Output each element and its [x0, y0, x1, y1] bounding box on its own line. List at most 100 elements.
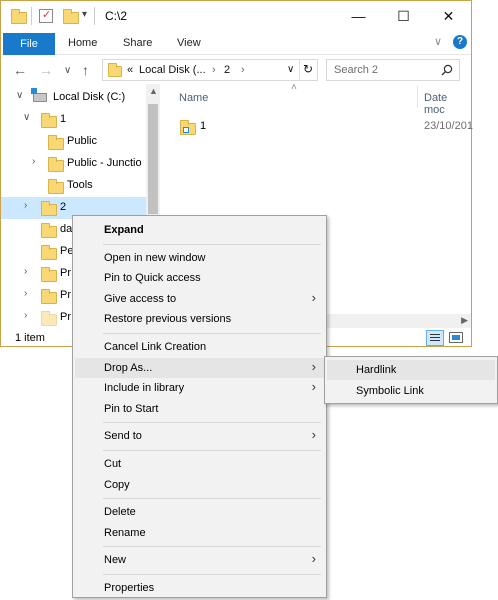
chevron-right-icon: ›	[311, 551, 316, 567]
menu-item-label: Give access to	[104, 292, 177, 305]
column-header-date[interactable]: Date moc	[424, 92, 471, 116]
tree-item-public-junction[interactable]: › Public - Junctio	[1, 153, 146, 175]
divider	[94, 7, 95, 25]
divider	[299, 60, 300, 80]
chevron-right-icon[interactable]: ›	[24, 200, 27, 211]
menu-item-label: Copy	[104, 478, 130, 491]
chevron-right-icon[interactable]: ›	[24, 266, 27, 277]
drive-icon	[31, 88, 47, 102]
forward-button[interactable]: →	[39, 62, 53, 78]
chevron-down-icon[interactable]: ∨	[16, 90, 23, 101]
scrollbar-thumb[interactable]	[148, 104, 158, 214]
title-bar: ✓ ▾ C:\2 — ☐ ✕	[1, 1, 471, 31]
shortcut-arrow-icon	[183, 127, 189, 133]
qat-dropdown-icon[interactable]: ▾	[82, 9, 87, 20]
file-date: 23/10/201	[424, 120, 473, 132]
tree-item-label: 1	[60, 113, 67, 125]
address-bar[interactable]: « Local Disk (... › 2 › ∨ ↻	[102, 59, 318, 81]
menu-item-copy[interactable]: Copy	[75, 475, 324, 495]
search-input[interactable]: Search 2	[334, 64, 378, 76]
drop-as-submenu: Hardlink Symbolic Link	[324, 356, 498, 404]
tree-item-label: da	[60, 223, 73, 235]
tree-item-label: 2	[60, 201, 67, 213]
menu-item-label: Send to	[104, 430, 142, 443]
tree-item-tools[interactable]: Tools	[1, 175, 146, 197]
menu-item-label: New	[104, 554, 127, 567]
item-count: 1 item	[15, 332, 45, 344]
menu-item-label: Cancel Link Creation	[104, 341, 207, 353]
junction-folder-icon	[48, 157, 64, 172]
ribbon-expand-icon[interactable]: ∨	[434, 35, 442, 48]
menu-item-delete[interactable]: Delete	[75, 502, 324, 522]
chevron-right-icon: ›	[311, 379, 316, 395]
address-row: ← → ∨ ↑ « Local Disk (... › 2 › ∨ ↻ Sear…	[1, 56, 471, 84]
menu-item-drop-as[interactable]: Drop As... ›	[75, 357, 324, 378]
tree-item-local-disk[interactable]: ∨ Local Disk (C:)	[1, 87, 146, 109]
details-view-icon[interactable]	[426, 330, 444, 346]
breadcrumb-separator-icon[interactable]: ›	[241, 64, 245, 76]
menu-item-symbolic-link[interactable]: Symbolic Link	[327, 381, 495, 401]
scroll-right-icon[interactable]: ▶	[461, 315, 468, 326]
scroll-up-icon[interactable]: ▲	[149, 86, 158, 96]
menu-item-send-to[interactable]: Send to ›	[75, 426, 324, 446]
close-button[interactable]: ✕	[426, 1, 471, 31]
menu-separator	[103, 333, 321, 334]
folder-icon	[41, 223, 57, 238]
menu-item-include-in-library[interactable]: Include in library ›	[75, 378, 324, 398]
search-box[interactable]: Search 2	[326, 59, 460, 81]
menu-item-label: Drop As...	[104, 361, 153, 374]
menu-item-label: Open in new window	[104, 251, 206, 264]
chevron-right-icon[interactable]: ›	[24, 288, 27, 299]
menu-item-expand[interactable]: Expand	[75, 220, 324, 240]
folder-icon	[41, 201, 57, 216]
menu-item-new[interactable]: New ›	[75, 550, 324, 570]
properties-check-icon[interactable]: ✓	[39, 9, 53, 23]
chevron-right-icon[interactable]: ›	[24, 310, 27, 321]
file-row[interactable]: 1 23/10/201	[177, 117, 473, 137]
tab-share[interactable]: Share	[123, 37, 152, 49]
menu-item-hardlink[interactable]: Hardlink	[327, 360, 495, 380]
recent-locations-icon[interactable]: ∨	[64, 65, 71, 76]
column-header-name[interactable]: Name	[179, 92, 208, 104]
tab-file[interactable]: File	[3, 33, 55, 55]
help-icon[interactable]: ?	[453, 35, 467, 49]
breadcrumb-2[interactable]: 2	[224, 64, 230, 76]
breadcrumb-separator-icon[interactable]: ›	[212, 64, 216, 76]
breadcrumb-overflow[interactable]: «	[127, 64, 133, 76]
menu-item-restore-previous-versions[interactable]: Restore previous versions	[75, 309, 324, 329]
refresh-icon[interactable]: ↻	[303, 62, 313, 76]
divider	[417, 86, 418, 108]
tree-item-label: Public - Junctio	[67, 157, 142, 169]
address-dropdown-icon[interactable]: ∨	[287, 64, 294, 75]
tree-item-1[interactable]: ∨ 1	[1, 109, 146, 131]
chevron-down-icon[interactable]: ∨	[23, 112, 30, 123]
folder-icon[interactable]	[11, 9, 27, 24]
menu-item-pin-to-start[interactable]: Pin to Start	[75, 399, 324, 419]
menu-item-open-in-new-window[interactable]: Open in new window	[75, 248, 324, 268]
back-button[interactable]: ←	[13, 62, 27, 78]
tab-view[interactable]: View	[177, 37, 201, 49]
tab-home[interactable]: Home	[68, 37, 97, 49]
new-folder-icon[interactable]	[63, 9, 79, 24]
menu-item-cut[interactable]: Cut	[75, 454, 324, 474]
minimize-icon: —	[351, 8, 366, 24]
menu-item-cancel-link-creation[interactable]: Cancel Link Creation	[75, 337, 324, 357]
menu-item-properties[interactable]: Properties	[75, 578, 324, 598]
breadcrumb-local-disk[interactable]: Local Disk (...	[139, 64, 206, 76]
minimize-button[interactable]: —	[336, 1, 381, 31]
folder-icon	[41, 311, 57, 326]
search-icon[interactable]	[441, 64, 453, 76]
tree-item-public[interactable]: Public	[1, 131, 146, 153]
maximize-button[interactable]: ☐	[381, 1, 426, 31]
menu-separator	[103, 243, 321, 245]
menu-item-give-access-to[interactable]: Give access to ›	[75, 289, 324, 309]
ribbon: File Home Share View ∨ ?	[1, 31, 471, 55]
large-icons-view-icon[interactable]	[449, 332, 463, 343]
folder-icon	[41, 289, 57, 304]
menu-item-rename[interactable]: Rename	[75, 523, 324, 543]
folder-icon	[41, 113, 57, 128]
menu-item-pin-to-quick-access[interactable]: Pin to Quick access	[75, 268, 324, 288]
tree-item-label: Local Disk (C:)	[53, 91, 126, 103]
up-button[interactable]: ↑	[82, 62, 89, 78]
chevron-right-icon[interactable]: ›	[32, 156, 35, 167]
